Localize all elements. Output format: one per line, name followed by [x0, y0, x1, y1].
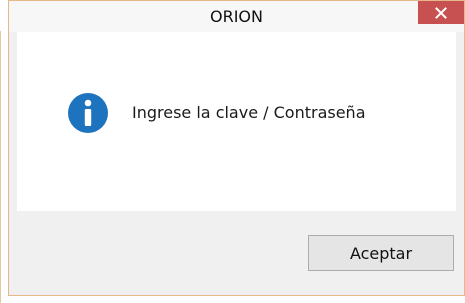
message-text: Ingrese la clave / Contraseña — [132, 103, 366, 122]
close-icon — [435, 6, 447, 19]
info-icon — [68, 93, 108, 133]
background-window-edge — [0, 31, 1, 303]
message-dialog: ORION Ingrese la clave / Contraseña Acep… — [8, 0, 465, 296]
dialog-title: ORION — [210, 7, 263, 26]
close-button[interactable] — [418, 1, 464, 24]
title-bar[interactable]: ORION — [9, 1, 464, 32]
accept-button[interactable]: Aceptar — [308, 235, 454, 271]
